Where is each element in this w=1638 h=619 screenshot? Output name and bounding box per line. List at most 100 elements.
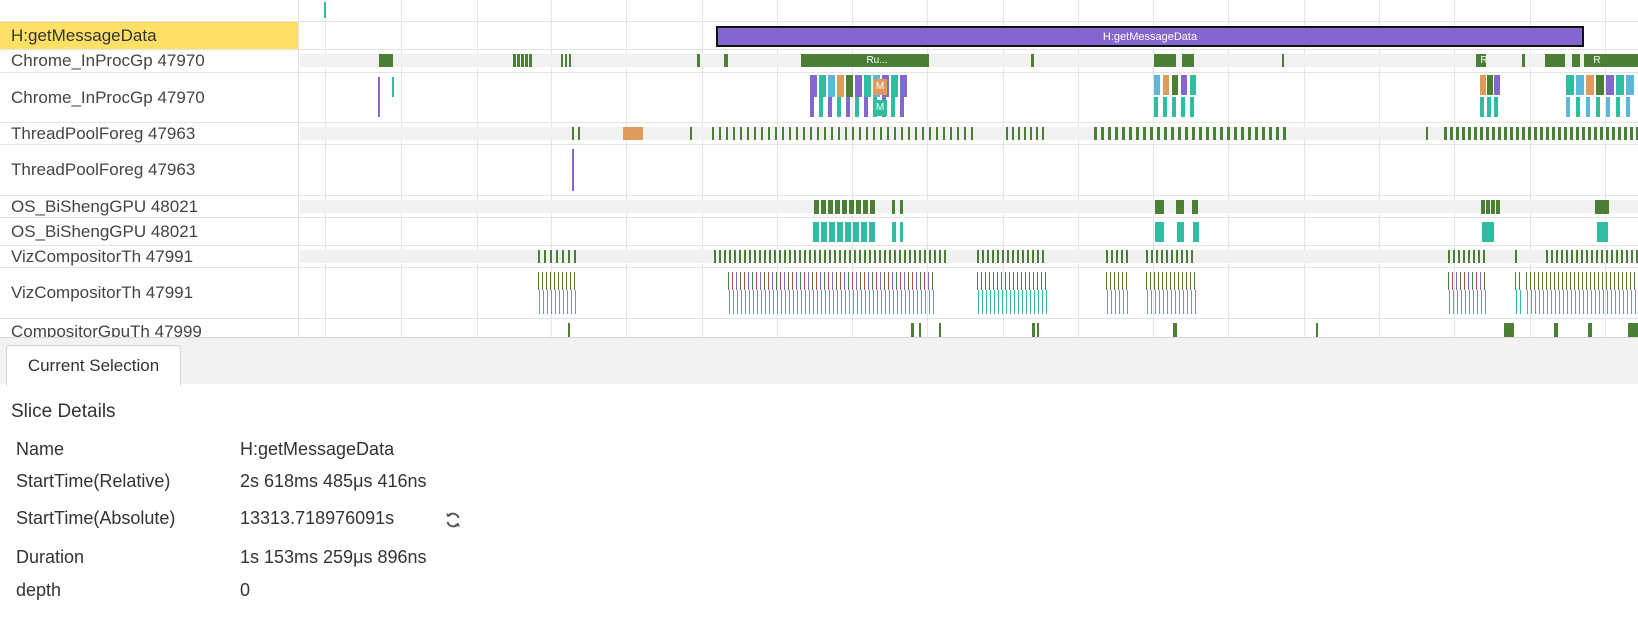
slice[interactable] [768, 127, 770, 140]
slice[interactable] [874, 250, 876, 263]
slice[interactable] [1262, 127, 1265, 140]
slice[interactable] [1463, 250, 1465, 263]
slice[interactable] [1022, 290, 1023, 314]
slice[interactable] [804, 250, 806, 263]
slice[interactable] [1588, 127, 1591, 140]
slice[interactable] [1042, 127, 1044, 140]
slice[interactable] [832, 272, 833, 290]
slice[interactable] [1025, 272, 1026, 290]
slice[interactable] [1001, 272, 1002, 290]
track-lane[interactable] [300, 50, 1638, 72]
slice[interactable] [1177, 222, 1184, 242]
slice[interactable] [1473, 250, 1475, 263]
slice[interactable] [904, 272, 905, 290]
slice[interactable] [888, 272, 889, 290]
slice[interactable] [1108, 127, 1111, 140]
slice[interactable] [539, 290, 540, 314]
slice[interactable] [1154, 272, 1155, 290]
slice[interactable] [764, 250, 766, 263]
slice[interactable] [1018, 127, 1020, 140]
slice[interactable] [565, 54, 567, 67]
slice[interactable] [943, 127, 945, 140]
slice[interactable] [860, 272, 861, 290]
slice[interactable] [1122, 272, 1123, 290]
slice[interactable] [864, 250, 866, 263]
slice[interactable] [777, 290, 778, 314]
slice[interactable] [864, 75, 871, 97]
slice[interactable] [1167, 290, 1168, 314]
slice[interactable] [1159, 290, 1160, 314]
slice[interactable] [894, 127, 896, 140]
slice[interactable] [1480, 97, 1484, 117]
slice[interactable] [566, 272, 567, 290]
slice[interactable] [719, 127, 721, 140]
slice[interactable] [900, 200, 903, 214]
slice[interactable] [1566, 250, 1568, 263]
slice[interactable] [901, 290, 902, 314]
slice[interactable] [547, 290, 548, 314]
slice[interactable] [889, 290, 890, 314]
slice[interactable] [1187, 290, 1188, 314]
slice[interactable] [856, 200, 861, 214]
slice[interactable] [939, 250, 941, 263]
slice[interactable] [891, 97, 895, 117]
tab-current-selection[interactable]: Current Selection [6, 345, 181, 386]
slice[interactable] [799, 250, 801, 263]
slice[interactable] [1106, 250, 1108, 263]
slice[interactable] [575, 290, 576, 314]
slice[interactable] [792, 272, 793, 290]
slice[interactable] [933, 290, 934, 314]
slice[interactable] [1469, 290, 1470, 314]
slice[interactable] [1515, 250, 1517, 263]
slice[interactable] [922, 127, 924, 140]
slice[interactable] [810, 97, 814, 117]
slice[interactable] [769, 290, 770, 314]
slice[interactable] [1530, 272, 1531, 290]
slice[interactable] [985, 272, 986, 290]
slice[interactable] [801, 290, 802, 314]
slice[interactable] [993, 272, 994, 290]
slice[interactable] [854, 250, 856, 263]
slice[interactable] [1570, 272, 1571, 290]
slice[interactable] [1631, 290, 1632, 314]
slice[interactable] [1516, 127, 1519, 140]
slice[interactable] [852, 272, 853, 290]
slice[interactable] [837, 290, 838, 314]
slice[interactable] [538, 272, 539, 290]
slice[interactable] [1163, 97, 1167, 117]
slice[interactable] [855, 97, 859, 117]
slice[interactable] [1587, 290, 1588, 314]
slice[interactable] [1146, 272, 1147, 290]
slice[interactable] [1476, 272, 1477, 290]
slice[interactable] [1621, 250, 1623, 263]
slice[interactable] [780, 272, 781, 290]
slice[interactable] [1504, 127, 1507, 140]
slice[interactable] [1556, 250, 1558, 263]
refresh-icon[interactable] [443, 510, 463, 530]
slice[interactable] [1234, 127, 1237, 140]
slice[interactable] [550, 272, 551, 290]
slice[interactable] [1468, 272, 1469, 290]
slice[interactable] [1486, 127, 1489, 140]
slice[interactable] [556, 250, 558, 263]
slice[interactable] [1547, 290, 1548, 314]
slice[interactable] [538, 250, 540, 263]
slice[interactable] [1150, 272, 1151, 290]
slice[interactable] [1540, 127, 1543, 140]
slice[interactable] [1571, 290, 1572, 314]
slice[interactable] [805, 290, 806, 314]
slice[interactable] [712, 127, 714, 140]
slice[interactable] [1576, 75, 1584, 95]
slice[interactable] [880, 127, 882, 140]
slice[interactable] [561, 54, 563, 67]
slice[interactable] [919, 323, 921, 337]
slice[interactable] [1611, 290, 1612, 314]
slice[interactable] [1193, 222, 1199, 242]
slice[interactable] [835, 200, 840, 214]
slice[interactable] [1571, 250, 1573, 263]
slice[interactable] [1163, 75, 1169, 95]
slice[interactable] [1482, 222, 1494, 242]
slice[interactable] [921, 290, 922, 314]
slice[interactable] [992, 250, 994, 263]
slice[interactable] [1563, 290, 1564, 314]
